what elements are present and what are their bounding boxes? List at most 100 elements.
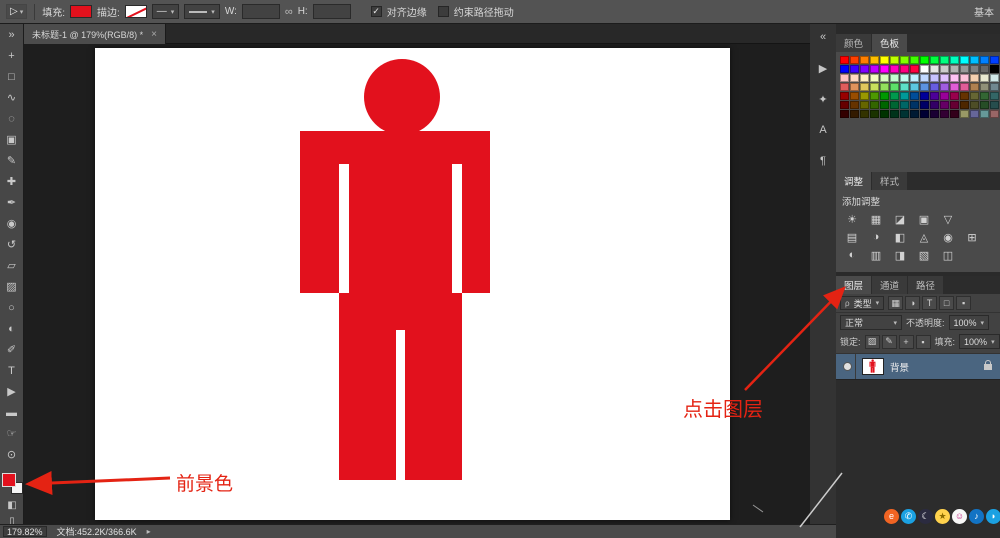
color-swatch[interactable] bbox=[960, 110, 969, 118]
color-swatch[interactable] bbox=[950, 110, 959, 118]
color-swatch[interactable] bbox=[930, 83, 939, 91]
adjustment-icon[interactable]: ◪ bbox=[890, 211, 910, 227]
taskbar-icon-blue[interactable]: ◗ bbox=[986, 509, 1000, 524]
lock-option-icon[interactable]: ▪ bbox=[916, 335, 931, 349]
character-panel-icon[interactable]: A bbox=[812, 121, 834, 139]
color-swatch[interactable] bbox=[980, 83, 989, 91]
color-swatch[interactable] bbox=[950, 56, 959, 64]
collapse-dock-icon[interactable]: « bbox=[812, 28, 834, 46]
adjustments-tab[interactable]: 样式 bbox=[872, 172, 907, 190]
adjustment-icon[interactable]: ◑ bbox=[866, 229, 886, 245]
color-swatch[interactable] bbox=[930, 65, 939, 73]
color-swatch[interactable] bbox=[970, 83, 979, 91]
color-swatch[interactable] bbox=[870, 110, 879, 118]
adjustment-icon[interactable]: ▧ bbox=[914, 247, 934, 263]
color-swatch[interactable] bbox=[950, 92, 959, 100]
color-swatch[interactable] bbox=[850, 110, 859, 118]
actions-panel-icon[interactable]: ▶ bbox=[812, 59, 834, 77]
color-swatch[interactable] bbox=[990, 83, 999, 91]
blend-mode-dropdown[interactable]: 正常 ▾ bbox=[840, 315, 902, 330]
eyedropper-tool[interactable]: ✎ bbox=[0, 150, 24, 171]
color-swatch[interactable] bbox=[970, 74, 979, 82]
color-swatch[interactable] bbox=[850, 101, 859, 109]
color-swatch[interactable] bbox=[900, 56, 909, 64]
adjustment-icon[interactable]: ◧ bbox=[890, 229, 910, 245]
taskbar-icon-orange[interactable]: e bbox=[884, 509, 899, 524]
layer-filter-icon[interactable]: ▪ bbox=[956, 296, 971, 310]
color-swatch[interactable] bbox=[990, 65, 999, 73]
color-swatch[interactable] bbox=[990, 92, 999, 100]
color-swatch[interactable] bbox=[950, 65, 959, 73]
move-tool[interactable]: + bbox=[0, 45, 24, 66]
color-swatch[interactable] bbox=[850, 92, 859, 100]
color-swatch[interactable] bbox=[930, 110, 939, 118]
color-swatch[interactable] bbox=[920, 110, 929, 118]
color-swatch[interactable] bbox=[890, 65, 899, 73]
foreground-color-swatch[interactable] bbox=[2, 473, 16, 487]
color-swatch[interactable] bbox=[960, 101, 969, 109]
color-swatch[interactable] bbox=[910, 56, 919, 64]
color-swatch[interactable] bbox=[870, 56, 879, 64]
color-swatch[interactable] bbox=[850, 83, 859, 91]
color-swatch[interactable] bbox=[860, 74, 869, 82]
stroke-width-dropdown[interactable]: —▾ bbox=[152, 4, 180, 19]
color-swatch[interactable] bbox=[960, 65, 969, 73]
adjustment-icon[interactable]: ▥ bbox=[866, 247, 886, 263]
adjustment-icon[interactable]: ◫ bbox=[938, 247, 958, 263]
color-swatch[interactable] bbox=[940, 92, 949, 100]
fill-color-swatch[interactable] bbox=[70, 5, 92, 18]
color-swatch[interactable] bbox=[920, 56, 929, 64]
color-swatch[interactable] bbox=[840, 74, 849, 82]
marquee-tool[interactable]: □ bbox=[0, 66, 24, 87]
crop-tool[interactable]: ▣ bbox=[0, 129, 24, 150]
link-dimensions-icon[interactable]: ∞ bbox=[285, 6, 293, 18]
visibility-cell[interactable] bbox=[840, 354, 856, 379]
layer-row-background[interactable]: 背景 bbox=[836, 354, 1000, 380]
color-swatch[interactable] bbox=[960, 92, 969, 100]
color-swatch[interactable] bbox=[980, 74, 989, 82]
color-swatch[interactable] bbox=[880, 65, 889, 73]
healing-brush-tool[interactable]: ✚ bbox=[0, 171, 24, 192]
taskbar-icon-star[interactable]: ★ bbox=[935, 509, 950, 524]
width-input[interactable] bbox=[242, 4, 280, 19]
stroke-color-swatch[interactable] bbox=[125, 5, 147, 18]
brush-tool[interactable]: ✒ bbox=[0, 192, 24, 213]
adjustments-tab[interactable]: 调整 bbox=[836, 172, 871, 190]
layers-tab[interactable]: 通道 bbox=[872, 276, 907, 294]
path-selection-tool[interactable]: ▶ bbox=[0, 381, 24, 402]
color-swatch[interactable] bbox=[970, 101, 979, 109]
constrain-path-checkbox[interactable] bbox=[438, 6, 449, 17]
color-swatch[interactable] bbox=[980, 65, 989, 73]
color-swatch[interactable] bbox=[950, 83, 959, 91]
color-swatch[interactable] bbox=[860, 83, 869, 91]
swatches-tab[interactable]: 色板 bbox=[872, 34, 907, 52]
taskbar-icon-note[interactable]: ♪ bbox=[969, 509, 984, 524]
color-swatch[interactable] bbox=[880, 83, 889, 91]
color-swatch[interactable] bbox=[860, 92, 869, 100]
lock-option-icon[interactable]: ✎ bbox=[882, 335, 897, 349]
adjustment-icon[interactable]: ▽ bbox=[938, 211, 958, 227]
color-swatch[interactable] bbox=[850, 74, 859, 82]
color-swatch[interactable] bbox=[920, 83, 929, 91]
lock-option-icon[interactable]: ▨ bbox=[865, 335, 880, 349]
color-swatch[interactable] bbox=[900, 74, 909, 82]
active-tool-icon[interactable]: ▷▾ bbox=[6, 4, 27, 19]
color-swatch[interactable] bbox=[970, 56, 979, 64]
clone-stamp-tool[interactable]: ◉ bbox=[0, 213, 24, 234]
color-swatch[interactable] bbox=[870, 92, 879, 100]
fill-value-dropdown[interactable]: 100% ▾ bbox=[959, 334, 1000, 349]
color-swatch[interactable] bbox=[880, 92, 889, 100]
zoom-tool[interactable]: ⊙ bbox=[0, 444, 24, 465]
gradient-tool[interactable]: ▨ bbox=[0, 276, 24, 297]
color-swatch[interactable] bbox=[940, 101, 949, 109]
align-edges-checkbox[interactable]: ✓ bbox=[371, 6, 382, 17]
color-swatch[interactable] bbox=[930, 56, 939, 64]
taskbar-icon-moon[interactable]: ☾ bbox=[918, 509, 933, 524]
layers-tab[interactable]: 图层 bbox=[836, 276, 871, 294]
color-swatch[interactable] bbox=[920, 74, 929, 82]
color-swatch[interactable] bbox=[980, 101, 989, 109]
hand-tool[interactable]: ☞ bbox=[0, 423, 24, 444]
document-tab[interactable]: 未标题-1 @ 179%(RGB/8) * × bbox=[24, 24, 166, 44]
color-swatch[interactable] bbox=[940, 83, 949, 91]
color-swatch[interactable] bbox=[910, 74, 919, 82]
